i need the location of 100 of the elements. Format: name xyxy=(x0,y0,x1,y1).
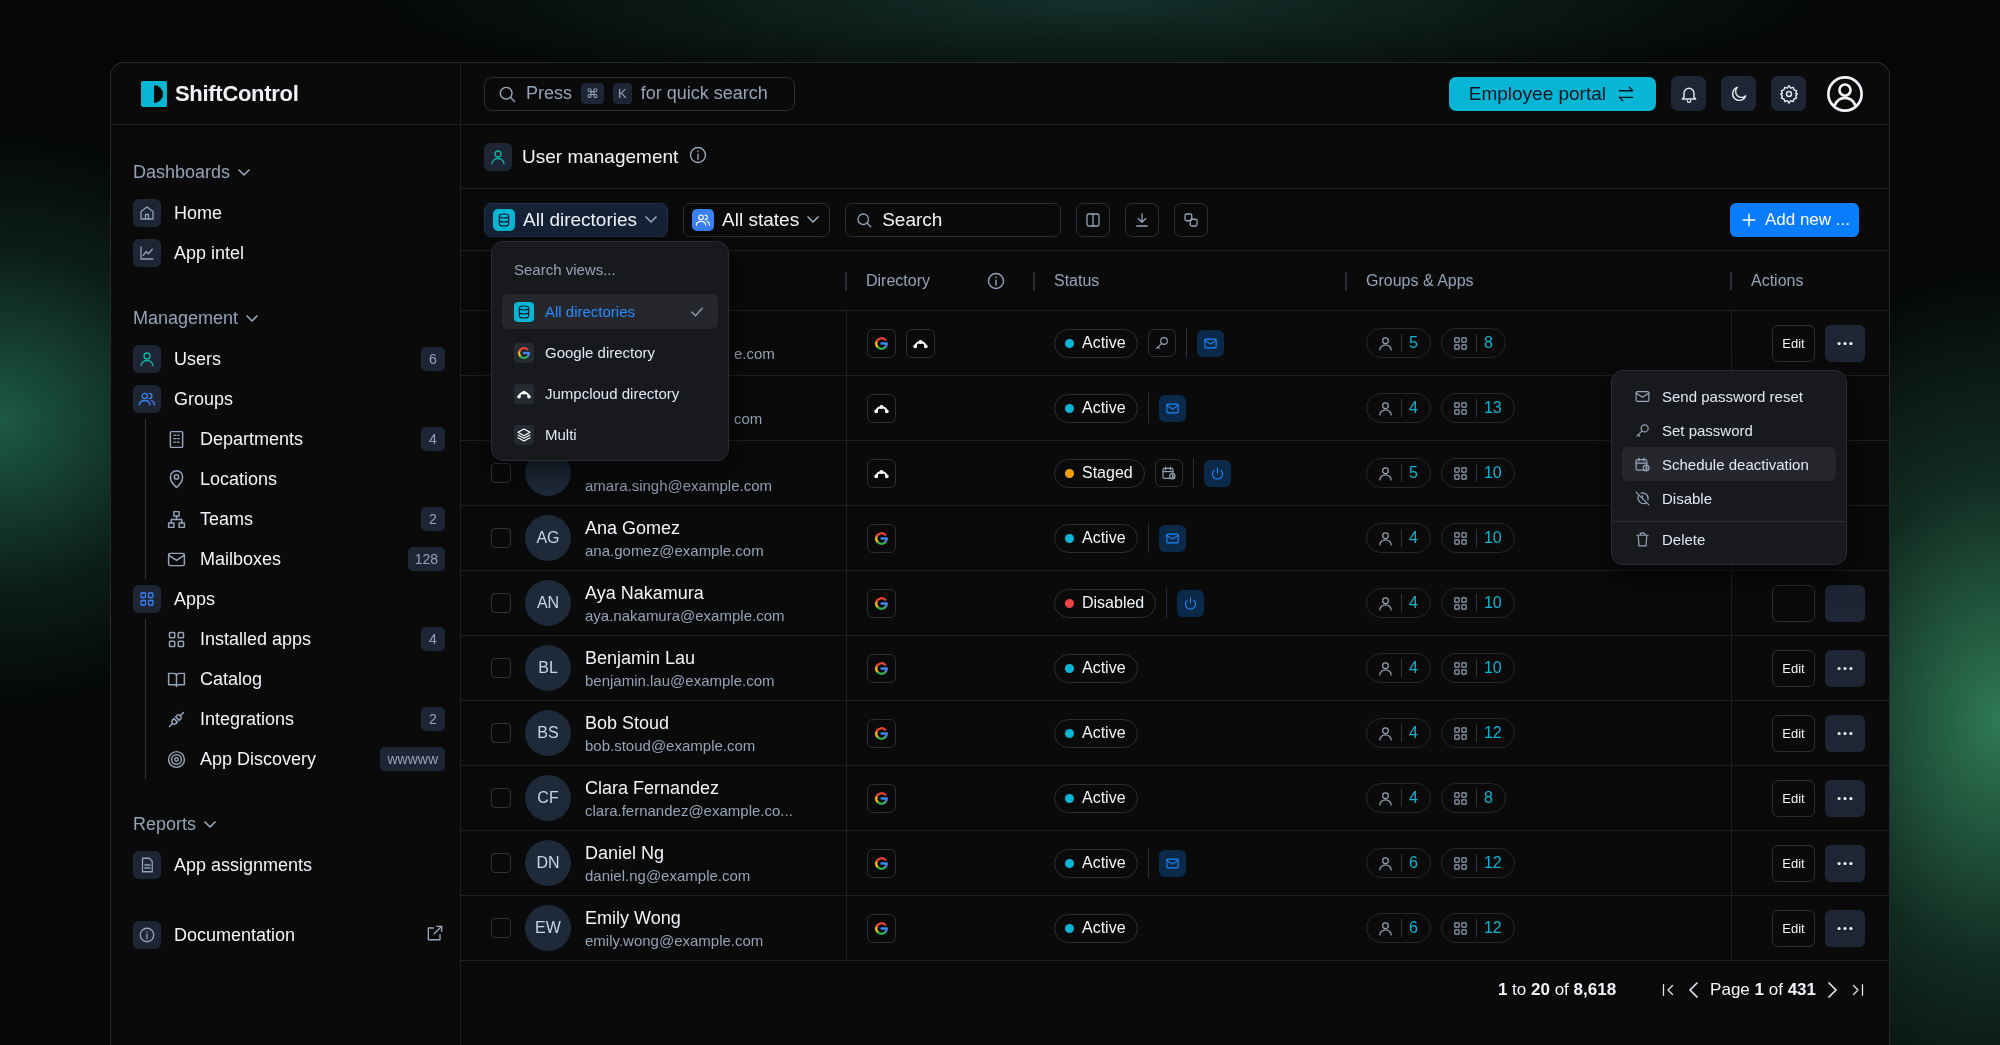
sidebar-item[interactable]: Installed apps 4 xyxy=(160,619,445,659)
key-button[interactable] xyxy=(1147,329,1176,357)
power-button[interactable] xyxy=(1203,459,1231,487)
info-icon xyxy=(133,921,161,949)
chevron-down-icon xyxy=(246,314,259,322)
mail-button[interactable] xyxy=(1158,524,1186,552)
edit-button[interactable]: Edit xyxy=(1772,909,1815,947)
previous-page-button[interactable] xyxy=(1689,981,1699,999)
edit-button[interactable]: Edit xyxy=(1772,779,1815,817)
user-avatar: EW xyxy=(525,905,571,951)
search-hint: Press xyxy=(526,83,572,104)
columns-button[interactable] xyxy=(1076,202,1111,237)
menu-item[interactable]: Jumpcloud directory xyxy=(502,376,718,411)
mail-button[interactable] xyxy=(1158,394,1186,422)
sidebar-item[interactable]: Home xyxy=(133,193,445,233)
add-new-button[interactable]: Add new ... xyxy=(1729,202,1859,237)
theme-toggle-button[interactable] xyxy=(1721,76,1756,111)
status-label: Staged xyxy=(1082,464,1133,482)
sidebar-item[interactable]: Catalog xyxy=(160,659,445,699)
search-icon xyxy=(855,210,874,229)
sidebar-item[interactable]: Teams 2 xyxy=(160,499,445,539)
row-checkbox[interactable] xyxy=(491,528,511,548)
quick-search-field[interactable]: Press ⌘ K for quick search xyxy=(484,76,795,111)
user-email: bob.stoud@example.com xyxy=(585,736,756,754)
users-icon xyxy=(692,208,715,231)
key-icon xyxy=(1153,335,1170,351)
column-header: Status xyxy=(1054,272,1100,290)
sidebar-item[interactable]: Departments 4 xyxy=(160,419,445,459)
sidebar-item[interactable]: Groups xyxy=(133,379,445,419)
link-icon xyxy=(1182,210,1201,229)
layers-icon xyxy=(514,424,534,445)
mail-icon xyxy=(1164,530,1180,546)
sidebar-item[interactable]: App Discovery wwwww xyxy=(160,739,445,779)
user-avatar: DN xyxy=(525,840,571,886)
sidebar-item[interactable]: Mailboxes 128 xyxy=(160,539,445,579)
filter-dropdown[interactable]: All states xyxy=(683,202,831,237)
edit-button[interactable]: Edit xyxy=(1772,324,1815,362)
mail-button[interactable] xyxy=(1196,329,1224,357)
row-checkbox[interactable] xyxy=(491,918,511,938)
section-header[interactable]: Dashboards xyxy=(133,151,251,193)
user-name: Ana Gomez xyxy=(585,517,682,539)
sidebar-item[interactable]: Apps xyxy=(133,579,445,619)
sidebar-item[interactable]: App assignments xyxy=(133,845,445,885)
user-icon xyxy=(1377,334,1394,352)
user-email: amara.singh@example.com xyxy=(585,475,772,494)
row-checkbox[interactable] xyxy=(491,788,511,808)
more-icon xyxy=(1837,795,1853,801)
menu-item[interactable]: All directories xyxy=(502,294,718,329)
more-icon xyxy=(1837,340,1853,346)
next-page-button[interactable] xyxy=(1828,981,1837,999)
settings-button[interactable] xyxy=(1771,76,1806,111)
mail-icon xyxy=(1164,855,1180,871)
edit-button[interactable]: Edit xyxy=(1772,714,1815,752)
menu-item[interactable]: Send password reset xyxy=(1622,379,1836,413)
more-icon xyxy=(1837,665,1853,671)
user-avatar: AG xyxy=(525,515,571,561)
key-cap: ⌘ xyxy=(581,83,604,104)
user-email: aya.nakamura@example.com xyxy=(585,606,785,624)
user-name: Aya Nakamura xyxy=(585,582,705,604)
row-checkbox[interactable] xyxy=(491,463,511,483)
mail-button[interactable] xyxy=(1158,849,1186,877)
view-search-field[interactable]: Search views... xyxy=(502,250,718,288)
menu-item[interactable]: Google directory xyxy=(502,335,718,370)
sidebar-item[interactable]: Locations xyxy=(160,459,445,499)
timer-off-icon xyxy=(1634,489,1651,507)
search-field[interactable]: Search xyxy=(845,202,1062,237)
edit-button[interactable]: Edit xyxy=(1772,844,1815,882)
status-label: Active xyxy=(1082,529,1126,547)
user-icon xyxy=(1377,529,1394,547)
user-email: ana.gomez@example.com xyxy=(585,541,764,559)
row-checkbox[interactable] xyxy=(491,593,511,613)
menu-item[interactable]: Delete xyxy=(1622,522,1836,556)
menu-item[interactable]: Set password xyxy=(1622,413,1836,447)
employee-portal-button[interactable]: Employee portal xyxy=(1448,76,1656,111)
row-checkbox[interactable] xyxy=(491,853,511,873)
section-header[interactable]: Management xyxy=(133,297,259,339)
filter-dropdown[interactable]: All directories xyxy=(484,202,669,237)
status-label: Active xyxy=(1082,789,1126,807)
sidebar-item[interactable]: App intel xyxy=(133,233,445,273)
menu-item[interactable]: Disable xyxy=(1622,481,1836,515)
section-header[interactable]: Reports xyxy=(133,803,217,845)
download-button[interactable] xyxy=(1125,202,1160,237)
sidebar-item[interactable]: Integrations 2 xyxy=(160,699,445,739)
power-button[interactable] xyxy=(1177,589,1205,617)
menu-item[interactable]: Multi xyxy=(502,417,718,452)
google-icon xyxy=(867,523,896,553)
notifications-button[interactable] xyxy=(1671,76,1706,111)
page-title: User management xyxy=(522,145,679,168)
row-checkbox[interactable] xyxy=(491,658,511,678)
link-button[interactable] xyxy=(1174,202,1209,237)
profile-button[interactable] xyxy=(1826,74,1864,113)
user-icon xyxy=(1377,594,1394,612)
sidebar-item[interactable]: Users 6 xyxy=(133,339,445,379)
menu-item[interactable]: Schedule deactivation xyxy=(1622,447,1836,481)
chevron-down-icon xyxy=(807,216,820,223)
documentation-link[interactable]: Documentation xyxy=(133,915,445,955)
calendar-button[interactable] xyxy=(1154,459,1183,487)
edit-button[interactable]: Edit xyxy=(1772,649,1815,687)
count-badge: 4 xyxy=(421,627,445,651)
row-checkbox[interactable] xyxy=(491,723,511,743)
